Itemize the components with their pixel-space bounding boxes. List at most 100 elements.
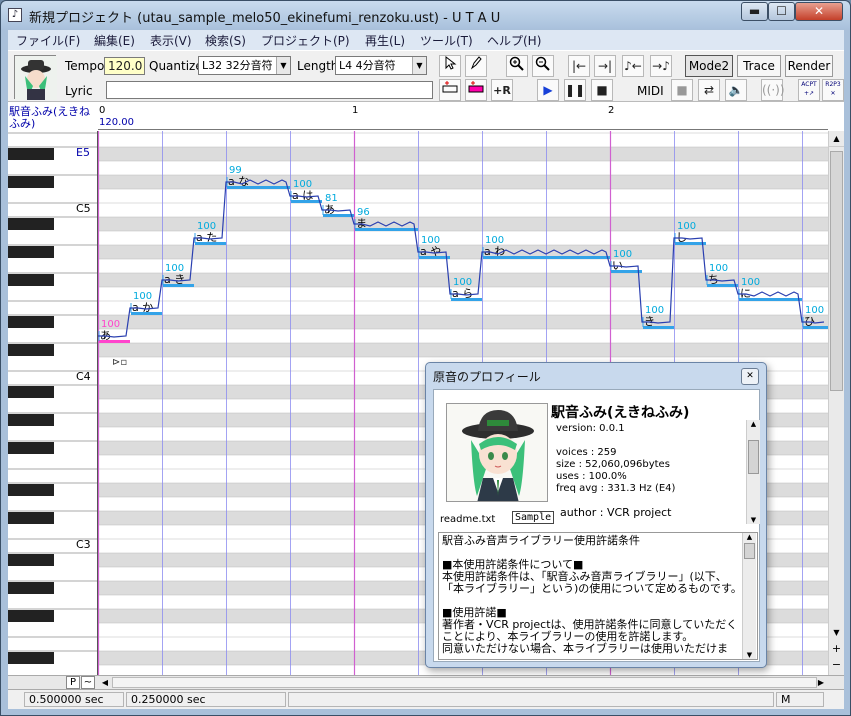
zoom-out-button[interactable] — [532, 55, 554, 77]
mode2-button[interactable]: Mode2 — [685, 55, 733, 77]
black-key[interactable] — [8, 344, 54, 356]
minimize-button[interactable]: ▬ — [741, 2, 768, 21]
black-key[interactable] — [8, 176, 54, 188]
license-line: 「本ライブラリー」という)の使用について定めるものです。 — [442, 582, 742, 595]
black-key[interactable] — [8, 512, 54, 524]
quantize-select[interactable]: L32 32分音符 ▼ — [198, 56, 291, 75]
midi-record-button[interactable]: ■ — [671, 79, 693, 101]
scroll-down-icon[interactable]: ▼ — [747, 516, 760, 524]
black-key[interactable] — [8, 652, 54, 664]
tilde-toggle-button[interactable]: ~ — [81, 676, 95, 689]
sample-button[interactable]: Sample — [512, 511, 555, 524]
add-r-button[interactable]: +R — [491, 79, 513, 101]
info-scrollbar[interactable]: ▲ ▼ — [746, 420, 760, 524]
black-key[interactable] — [8, 582, 54, 594]
link-icon: ((·)) — [762, 83, 785, 97]
zoom-out-icon — [535, 56, 550, 71]
speaker-button[interactable]: 🔈 — [725, 79, 747, 101]
black-key[interactable] — [8, 442, 54, 454]
vertical-scrollbar[interactable]: ▲ ▼ + − — [828, 131, 844, 675]
loop-button[interactable]: ⇄ — [698, 79, 720, 101]
license-textbox[interactable]: 駅音ふみ音声ライブラリー使用許諾条件 ■本使用許諾条件について■ 本使用許諾条件… — [438, 532, 758, 660]
length-label: Length — [297, 59, 339, 73]
maximize-button[interactable]: ☐ — [768, 2, 795, 21]
scroll-right-icon[interactable]: ▶ — [814, 676, 828, 689]
note-velocity: 100 — [677, 221, 696, 232]
render-button[interactable]: Render — [785, 55, 833, 77]
horizontal-scrollbar[interactable]: P ~ ◀ ▶ — [8, 675, 844, 689]
goto-end-button[interactable]: →| — [594, 55, 616, 77]
black-key[interactable] — [8, 386, 54, 398]
info-scroll-thumb[interactable] — [748, 440, 759, 474]
status-mode: M — [776, 692, 824, 707]
lyric-input[interactable] — [106, 81, 433, 99]
acpt-button[interactable]: ACPT +↗ — [798, 79, 820, 101]
status-duration: 0.250000 sec — [126, 692, 286, 707]
scroll-down-icon[interactable]: ▼ — [743, 651, 756, 659]
length-select[interactable]: L4 4分音符 ▼ — [335, 56, 427, 75]
black-key[interactable] — [8, 316, 54, 328]
singer-avatar[interactable] — [14, 55, 57, 100]
menu-help[interactable]: ヘルプ(H) — [487, 32, 541, 49]
goto-start-button[interactable]: |← — [568, 55, 590, 77]
pencil-tool-button[interactable] — [465, 55, 487, 77]
prev-note-button[interactable]: ♪← — [622, 55, 644, 77]
zoom-plus-icon[interactable]: + — [829, 641, 844, 657]
scroll-left-icon[interactable]: ◀ — [98, 676, 112, 689]
black-key[interactable] — [8, 274, 54, 286]
note-velocity: 100 — [645, 305, 664, 316]
note-velocity: 100 — [805, 305, 824, 316]
scroll-up-icon[interactable]: ▲ — [747, 420, 760, 428]
license-scrollbar[interactable]: ▲ ▼ — [742, 533, 756, 659]
zoom-in-button[interactable] — [506, 55, 528, 77]
dialog-close-button[interactable]: ✕ — [741, 368, 759, 385]
scroll-down-icon[interactable]: ▼ — [829, 625, 844, 641]
note-velocity: 100 — [133, 291, 152, 302]
pointer-tool-button[interactable] — [439, 55, 461, 77]
stop-button[interactable]: ■ — [591, 79, 613, 101]
grid-row-dark — [98, 245, 828, 259]
black-key[interactable] — [8, 554, 54, 566]
zoom-minus-icon[interactable]: − — [829, 657, 844, 673]
scroll-up-icon[interactable]: ▲ — [829, 131, 844, 147]
menu-view[interactable]: 表示(V) — [150, 32, 192, 49]
black-key[interactable] — [8, 246, 54, 258]
trace-button[interactable]: Trace — [737, 55, 781, 77]
insert-rest-button[interactable] — [439, 79, 461, 101]
speaker-icon: 🔈 — [728, 83, 744, 97]
tempo-label: Tempo — [65, 59, 105, 73]
menu-tools[interactable]: ツール(T) — [420, 32, 473, 49]
black-key[interactable] — [8, 414, 54, 426]
p-toggle-button[interactable]: P — [66, 676, 80, 689]
piano-keyboard[interactable]: E5 C5 C4 C3 — [8, 131, 98, 675]
black-key[interactable] — [8, 484, 54, 496]
menu-file[interactable]: ファイル(F) — [16, 32, 80, 49]
close-button[interactable]: ✕ — [795, 2, 843, 21]
scroll-up-icon[interactable]: ▲ — [743, 533, 756, 541]
readme-link[interactable]: readme.txt — [440, 514, 495, 525]
singer-name-label[interactable]: 駅音ふみ(えきねふみ) — [9, 106, 97, 130]
octave-label-c3: C3 — [76, 538, 91, 551]
black-key[interactable] — [8, 218, 54, 230]
menu-project[interactable]: プロジェクト(P) — [261, 32, 350, 49]
timeline-ruler[interactable]: 0 120.00 1 2 — [98, 102, 828, 130]
title-bar[interactable]: ♪ 新規プロジェクト (utau_sample_melo50_ekinefumi… — [1, 1, 850, 29]
scroll-thumb[interactable] — [830, 151, 843, 391]
zoom-in-icon — [509, 56, 524, 71]
menu-play[interactable]: 再生(L) — [365, 32, 405, 49]
pause-button[interactable]: ❚❚ — [564, 79, 586, 101]
license-scroll-thumb[interactable] — [744, 543, 755, 559]
menu-edit[interactable]: 編集(E) — [94, 32, 135, 49]
play-button[interactable]: ▶ — [537, 79, 559, 101]
r2p3-button[interactable]: R2P3 ✕ — [822, 79, 844, 101]
menu-search[interactable]: 検索(S) — [205, 32, 246, 49]
tempo-input[interactable]: 120.0 — [104, 57, 145, 75]
link-button[interactable]: ((·)) — [761, 79, 785, 101]
insert-note-button[interactable] — [465, 79, 487, 101]
next-note-button[interactable]: →♪ — [650, 55, 672, 77]
note-velocity: 100 — [197, 221, 216, 232]
black-key[interactable] — [8, 610, 54, 622]
black-key[interactable] — [8, 148, 54, 160]
note-vibrato-icon[interactable]: ⊳▫ — [112, 357, 127, 368]
hscroll-thumb[interactable] — [112, 677, 817, 688]
